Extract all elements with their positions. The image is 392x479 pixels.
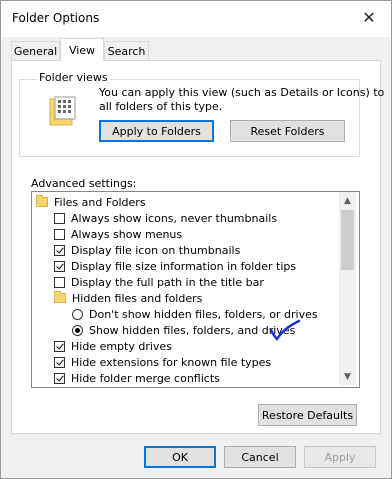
checkbox-checked[interactable] <box>54 340 65 352</box>
checkbox[interactable] <box>54 212 65 224</box>
window-title: Folder Options <box>12 11 100 25</box>
option-label: Always show icons, never thumbnails <box>71 211 278 225</box>
tab-view-label: View <box>68 43 96 57</box>
advanced-settings-tree[interactable]: Files and Folders Always show icons, nev… <box>31 191 360 388</box>
apply-button[interactable]: Apply <box>304 446 376 468</box>
option-display-file-size[interactable]: Display file size information in folder … <box>54 258 296 274</box>
tab-search-label: Search <box>107 45 146 58</box>
restore-defaults-button[interactable]: Restore Defaults <box>258 404 357 426</box>
checkbox-checked[interactable] <box>54 372 65 384</box>
folder-views-label: Folder views <box>37 71 110 84</box>
folder-views-description-line2: all folders of this type. <box>99 100 223 113</box>
option-label: Display the full path in the title bar <box>71 275 264 289</box>
scroll-down-icon[interactable]: ▼ <box>339 368 356 385</box>
option-always-show-icons[interactable]: Always show icons, never thumbnails <box>54 210 277 226</box>
option-label: Display file size information in folder … <box>71 259 297 273</box>
tree-item-label: Hidden files and folders <box>72 291 203 305</box>
option-display-full-path[interactable]: Display the full path in the title bar <box>54 274 264 290</box>
option-hide-empty-drives[interactable]: Hide empty drives <box>54 338 172 354</box>
advanced-settings-label: Advanced settings: <box>31 177 137 190</box>
tab-general-label: General <box>13 45 58 58</box>
option-label: Hide folder merge conflicts <box>71 371 220 385</box>
option-hide-extensions[interactable]: Hide extensions for known file types <box>54 354 271 370</box>
folder-view-icon <box>49 96 76 126</box>
radio-button-selected[interactable] <box>72 324 83 336</box>
option-display-file-icon[interactable]: Display file icon on thumbnails <box>54 242 240 258</box>
option-show-hidden[interactable]: Show hidden files, folders, and drives <box>72 322 295 338</box>
checkbox[interactable] <box>54 228 65 240</box>
tab-general[interactable]: General <box>11 41 60 61</box>
folder-icon <box>54 291 66 303</box>
option-label: Always show menus <box>71 227 183 241</box>
checkbox-checked[interactable] <box>54 260 65 272</box>
checkbox[interactable] <box>54 276 65 288</box>
reset-folders-button[interactable]: Reset Folders <box>230 120 345 142</box>
tab-search[interactable]: Search <box>104 41 149 61</box>
checkbox-checked[interactable] <box>54 244 65 256</box>
apply-to-folders-button[interactable]: Apply to Folders <box>99 120 214 142</box>
annotation-checkmark-icon <box>269 319 301 341</box>
tree-folder-hidden-files: Hidden files and folders <box>54 290 202 306</box>
tab-view[interactable]: View <box>60 38 104 61</box>
close-icon[interactable]: ✕ <box>347 1 391 33</box>
folder-views-description-line1: You can apply this view (such as Details… <box>99 86 385 99</box>
scroll-thumb[interactable] <box>341 210 354 270</box>
vertical-scrollbar[interactable]: ▲ ▼ <box>339 192 356 385</box>
radio-button[interactable] <box>72 308 83 320</box>
title-bar: Folder Options ✕ <box>1 1 391 37</box>
option-label: Hide empty drives <box>71 339 172 353</box>
option-label: Hide extensions for known file types <box>71 355 272 369</box>
option-hide-merge-conflicts[interactable]: Hide folder merge conflicts <box>54 370 220 386</box>
option-label: Show hidden files, folders, and drives <box>89 323 296 337</box>
tree-item-label: Files and Folders <box>54 195 146 209</box>
option-label: Display file icon on thumbnails <box>71 243 241 257</box>
option-always-show-menus[interactable]: Always show menus <box>54 226 182 242</box>
ok-button[interactable]: OK <box>144 446 216 468</box>
folder-icon <box>36 195 48 207</box>
tree-folder-files-and-folders: Files and Folders <box>36 194 146 210</box>
scroll-up-icon[interactable]: ▲ <box>339 192 356 209</box>
cancel-button[interactable]: Cancel <box>224 446 296 468</box>
checkbox-checked[interactable] <box>54 356 65 368</box>
